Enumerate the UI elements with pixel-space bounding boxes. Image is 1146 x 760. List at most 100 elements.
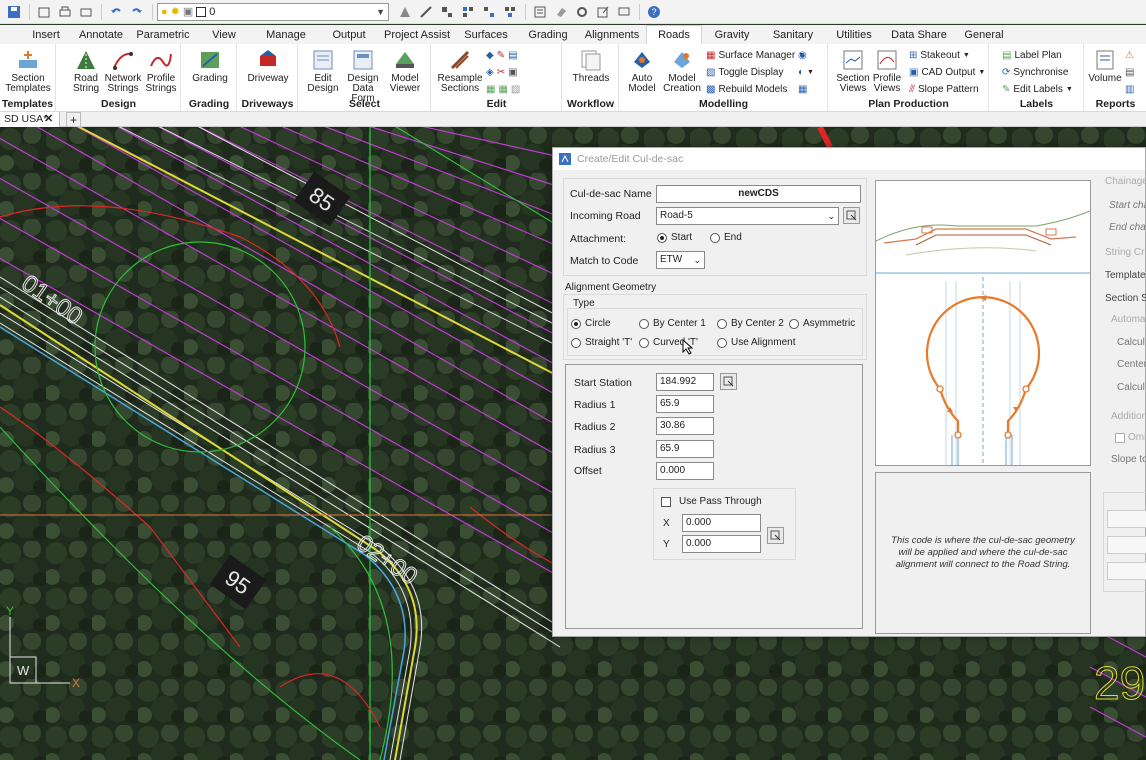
type-straight-t-radio[interactable]: Straight 'T' bbox=[571, 337, 632, 348]
label-plan-icon: ▤ bbox=[1002, 50, 1012, 61]
profile-views-button[interactable]: Profile Views bbox=[869, 48, 905, 94]
close-icon[interactable]: ✕ bbox=[44, 112, 53, 127]
section-views-button[interactable]: Section Views bbox=[833, 48, 873, 94]
radius-1-field[interactable]: 65.9 bbox=[656, 395, 714, 413]
radius-3-field[interactable]: 65.9 bbox=[656, 440, 714, 458]
report-tool-icon[interactable]: ▤ bbox=[1125, 67, 1134, 78]
type-circle-radio[interactable]: Circle bbox=[571, 318, 611, 329]
tab-sanitary[interactable]: Sanitary bbox=[762, 25, 824, 44]
road-string-button[interactable]: Road String bbox=[69, 48, 103, 94]
cul-de-sac-preview bbox=[875, 181, 1091, 465]
surface-manager-button[interactable]: ▦ Surface Manager ▼ bbox=[706, 50, 805, 61]
grading-button[interactable]: Grading bbox=[190, 48, 230, 84]
slope-pattern-button[interactable]: ⫻ Slope Pattern bbox=[909, 84, 979, 95]
tab-data-share[interactable]: Data Share bbox=[884, 25, 954, 44]
stakeout-button[interactable]: ⊞ Stakeout ▼ bbox=[909, 50, 970, 61]
label-plan-button[interactable]: ▤ Label Plan bbox=[1002, 50, 1062, 61]
tab-grading[interactable]: Grading bbox=[518, 25, 578, 44]
tab-annotate[interactable]: Annotate bbox=[70, 25, 132, 44]
layer-tool-icon[interactable] bbox=[479, 2, 499, 22]
edit-design-button[interactable]: Edit Design bbox=[301, 48, 345, 94]
radius-2-field[interactable]: 30.86 bbox=[656, 417, 714, 435]
action-button[interactable] bbox=[1107, 562, 1146, 580]
tab-surfaces[interactable]: Surfaces bbox=[454, 25, 518, 44]
report-tool-icon[interactable]: ⚠ bbox=[1125, 50, 1134, 61]
model-tool-icon[interactable]: ◐ ▼ bbox=[798, 67, 814, 78]
tab-roads[interactable]: Roads bbox=[646, 25, 702, 44]
design-data-form-button[interactable]: Design Data Form bbox=[341, 48, 385, 104]
threads-button[interactable]: Threads bbox=[571, 48, 611, 84]
layer-tool-icon[interactable] bbox=[437, 2, 457, 22]
driveway-button[interactable]: Driveway bbox=[247, 48, 289, 84]
edit-tool-2[interactable]: ◈ ✂ ▣ bbox=[486, 67, 518, 78]
redo-icon[interactable] bbox=[127, 2, 147, 22]
rebuild-models-button[interactable]: ▩ Rebuild Models bbox=[706, 84, 787, 95]
dialog-titlebar[interactable]: Create/Edit Cul-de-sac bbox=[553, 148, 1145, 170]
screen-icon[interactable] bbox=[614, 2, 634, 22]
cad-output-button[interactable]: ▣ CAD Output ▼ bbox=[909, 67, 985, 78]
model-tool-icon[interactable]: ◉ bbox=[798, 50, 807, 61]
x-field[interactable]: 0.000 bbox=[682, 514, 761, 532]
undo-icon[interactable] bbox=[106, 2, 126, 22]
synchronise-button[interactable]: ⟳ Synchronise bbox=[1002, 67, 1068, 78]
edit-tool-3[interactable]: ▦ ▦ ▧ bbox=[486, 84, 520, 95]
type-by-center-1-radio[interactable]: By Center 1 bbox=[639, 318, 706, 329]
edit-icon[interactable] bbox=[593, 2, 613, 22]
start-station-field[interactable]: 184.992 bbox=[656, 373, 714, 391]
tab-utilities[interactable]: Utilities bbox=[824, 25, 884, 44]
print-icon[interactable] bbox=[55, 2, 75, 22]
section-templates-button[interactable]: Section Templates bbox=[4, 48, 52, 94]
eraser-icon[interactable] bbox=[551, 2, 571, 22]
edit-labels-button[interactable]: ✎ Edit Labels ▼ bbox=[1002, 84, 1073, 95]
pick-station-button[interactable] bbox=[720, 373, 737, 390]
document-tab-bar: SD USA* ✕ + bbox=[0, 112, 1146, 128]
settings-icon[interactable] bbox=[572, 2, 592, 22]
y-field[interactable]: 0.000 bbox=[682, 535, 761, 553]
report-tool-icon[interactable]: ▥ bbox=[1125, 84, 1134, 95]
layer-tool-icon[interactable] bbox=[395, 2, 415, 22]
tab-insert[interactable]: Insert bbox=[22, 25, 70, 44]
tab-view[interactable]: View bbox=[194, 25, 254, 44]
volume-button[interactable]: Volume bbox=[1087, 48, 1123, 84]
type-asymmetric-radio[interactable]: Asymmetric bbox=[789, 318, 855, 329]
layer-combo[interactable]: ● ✹ ▣ 0 ▼ bbox=[157, 2, 389, 21]
model-viewer-button[interactable]: Model Viewer bbox=[383, 48, 427, 94]
help-icon[interactable]: ? bbox=[644, 2, 664, 22]
tab-alignments[interactable]: Alignments bbox=[578, 25, 646, 44]
save-icon[interactable] bbox=[4, 2, 24, 22]
layer-tool-icon[interactable] bbox=[416, 2, 436, 22]
tab-parametric[interactable]: Parametric bbox=[132, 25, 194, 44]
resample-sections-button[interactable]: Resample Sections bbox=[436, 48, 484, 94]
toggle-display-button[interactable]: ▧ Toggle Display bbox=[706, 67, 784, 78]
action-button[interactable] bbox=[1107, 510, 1146, 528]
plot-icon[interactable] bbox=[76, 2, 96, 22]
tab-gravity[interactable]: Gravity bbox=[702, 25, 762, 44]
edit-tool-1[interactable]: ◆ ✎ ▤ bbox=[486, 50, 518, 61]
pick-point-button[interactable] bbox=[767, 527, 784, 544]
properties-icon[interactable] bbox=[530, 2, 550, 22]
tab-project-assist[interactable]: Project Assist bbox=[380, 25, 454, 44]
layer-tool-icon[interactable] bbox=[500, 2, 520, 22]
tab-general[interactable]: General bbox=[954, 25, 1014, 44]
model-tool-icon[interactable]: ▦ bbox=[798, 84, 807, 95]
model-creation-button[interactable]: Model Creation bbox=[660, 48, 704, 94]
tab-output[interactable]: Output bbox=[318, 25, 380, 44]
layer-tool-icon[interactable] bbox=[458, 2, 478, 22]
chevron-down-icon: ▼ bbox=[978, 69, 986, 76]
offset-label: Offset bbox=[574, 465, 602, 477]
tab-manage[interactable]: Manage bbox=[254, 25, 318, 44]
auto-model-button[interactable]: Auto Model bbox=[624, 48, 660, 94]
type-use-alignment-radio[interactable]: Use Alignment bbox=[717, 337, 795, 348]
new-tab-button[interactable]: + bbox=[66, 112, 82, 128]
network-strings-button[interactable]: Network Strings bbox=[103, 48, 143, 94]
offset-field[interactable]: 0.000 bbox=[656, 462, 714, 480]
action-button[interactable] bbox=[1107, 536, 1146, 554]
use-pass-through-checkbox[interactable]: Use Pass Through bbox=[661, 496, 762, 507]
omit-checkbox[interactable]: Omit bbox=[1115, 432, 1146, 443]
type-by-center-2-radio[interactable]: By Center 2 bbox=[717, 318, 784, 329]
open-icon[interactable] bbox=[34, 2, 54, 22]
profile-strings-button[interactable]: Profile Strings bbox=[141, 48, 181, 94]
radio-unselected bbox=[639, 337, 649, 348]
model-creation-icon bbox=[674, 52, 690, 68]
separator bbox=[639, 3, 640, 20]
